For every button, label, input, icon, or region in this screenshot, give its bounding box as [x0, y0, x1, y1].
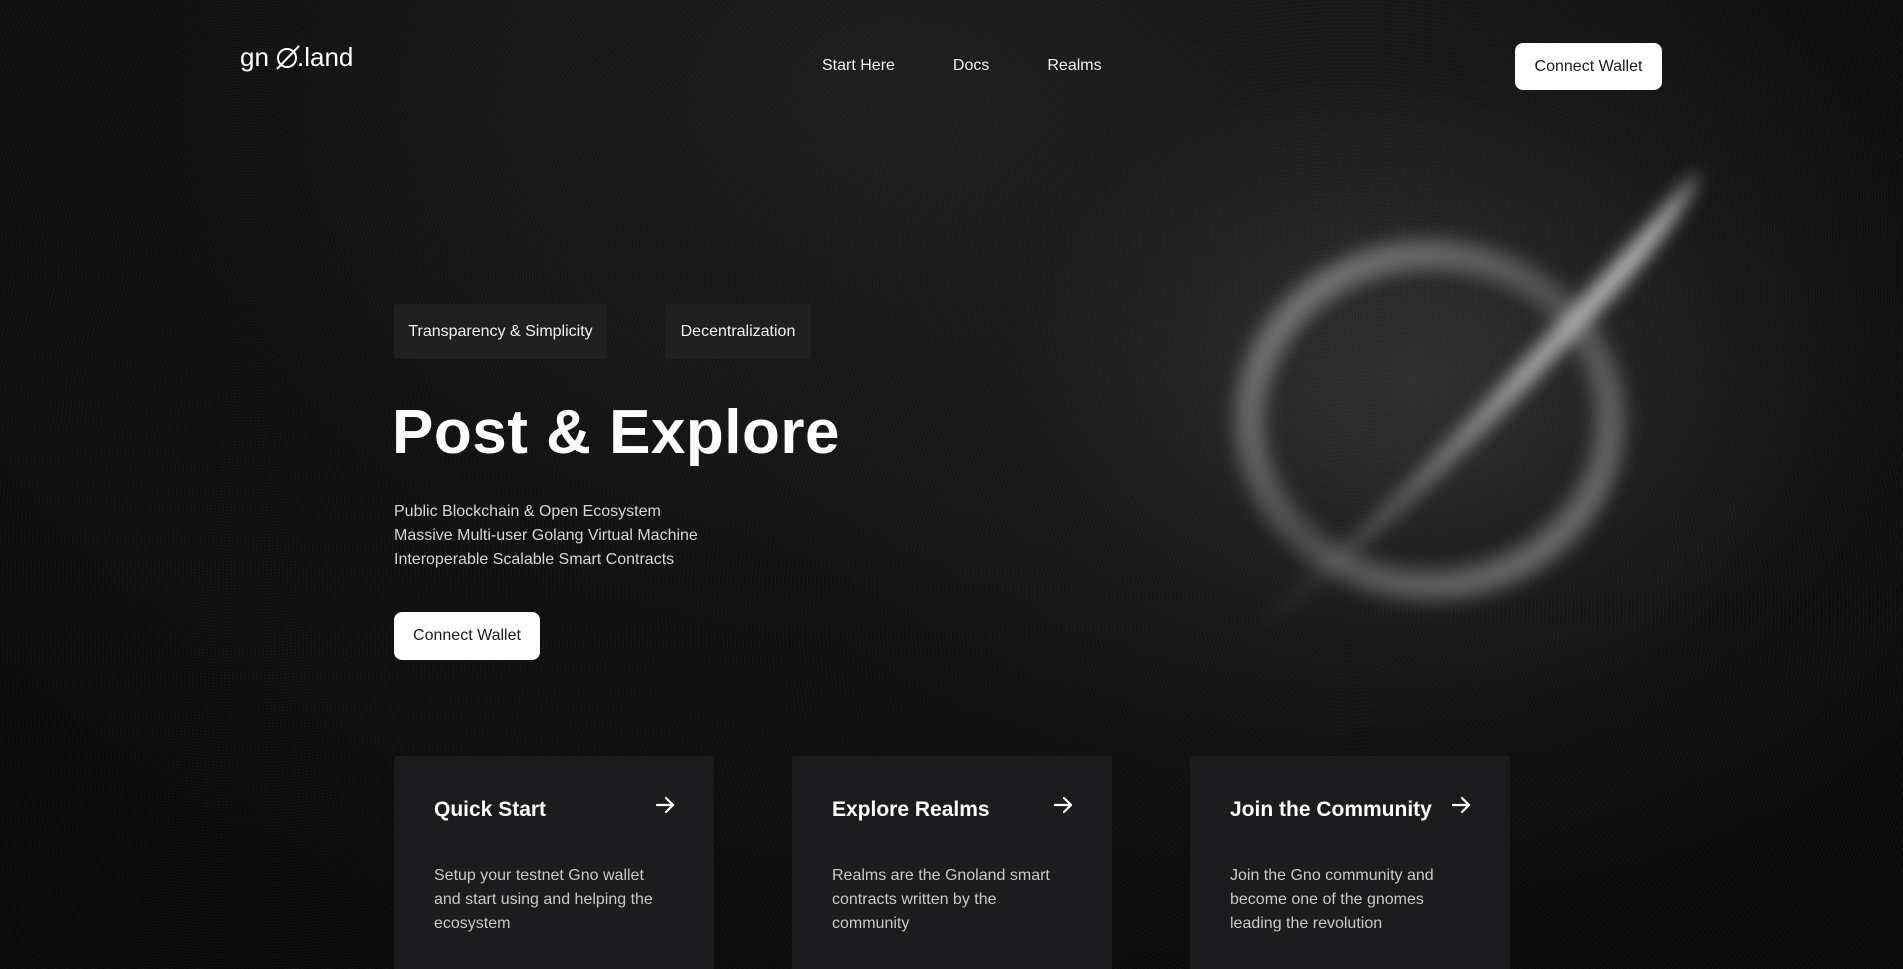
card-title: Join the Community [1230, 798, 1432, 821]
nav-realms[interactable]: Realms [1047, 56, 1101, 76]
svg-text:gn: gn [240, 44, 269, 72]
tag-transparency: Transparency & Simplicity [394, 304, 607, 359]
hero-features: Public Blockchain & Open Ecosystem Massi… [394, 500, 698, 572]
hero-connect-wallet-button[interactable]: Connect Wallet [394, 612, 540, 660]
hero-feature-line: Massive Multi-user Golang Virtual Machin… [394, 527, 698, 544]
main-nav: Start Here Docs Realms [822, 56, 1160, 76]
logo-wordmark-icon: gn .land [240, 44, 353, 72]
card-explore-realms[interactable]: Explore Realms Realms are the Gnoland sm… [792, 756, 1112, 969]
arrow-right-icon [1053, 796, 1073, 814]
gno-symbol-graphic [1235, 170, 1700, 640]
hero-feature-line: Interoperable Scalable Smart Contracts [394, 551, 675, 568]
svg-text:.land: .land [297, 44, 353, 72]
card-quick-start[interactable]: Quick Start Setup your testnet Gno walle… [394, 756, 714, 969]
hero-feature-line: Public Blockchain & Open Ecosystem [394, 503, 661, 520]
nav-docs[interactable]: Docs [953, 56, 989, 76]
header-connect-wallet-button[interactable]: Connect Wallet [1515, 43, 1662, 90]
arrow-right-icon [655, 796, 675, 814]
card-description: Join the Gno community and become one of… [1230, 867, 1434, 932]
card-title: Explore Realms [832, 798, 990, 821]
arrow-right-icon [1451, 796, 1471, 814]
nav-start-here[interactable]: Start Here [822, 56, 895, 76]
card-title: Quick Start [434, 798, 547, 821]
page: gnø.land gn .land Start Here Docs Realms… [0, 0, 1903, 969]
card-description: Realms are the Gnoland smart contracts w… [832, 867, 1050, 932]
hero-title: Post & Explore [392, 398, 840, 467]
card-description: Setup your testnet Gno wallet and start … [434, 867, 653, 932]
tag-decentralization: Decentralization [665, 304, 811, 359]
gno-logo[interactable]: gnø.land gn .land [240, 42, 368, 76]
card-join-community[interactable]: Join the Community Join the Gno communit… [1190, 756, 1510, 969]
